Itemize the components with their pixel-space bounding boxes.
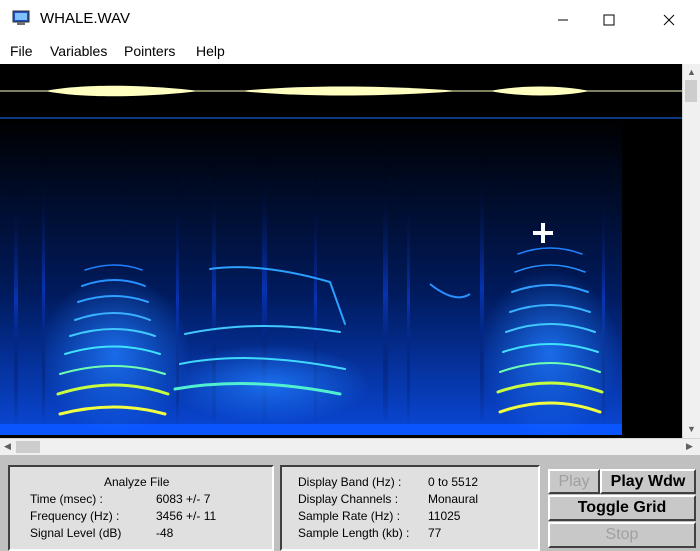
maximize-icon — [603, 14, 615, 26]
close-button[interactable] — [646, 0, 692, 40]
scroll-right-icon[interactable]: ▶ — [686, 441, 693, 452]
horizontal-scrollbar[interactable]: ◀ ▶ — [0, 438, 700, 455]
display-channels-label: Display Channels : — [298, 492, 399, 506]
maximize-button[interactable] — [586, 0, 632, 40]
time-label: Time (msec) : — [30, 492, 103, 506]
vertical-scroll-thumb[interactable] — [685, 80, 697, 102]
minimize-icon — [558, 19, 568, 21]
signal-level-value: -48 — [156, 526, 174, 540]
spectrogram-graphic — [0, 64, 682, 438]
scroll-up-icon[interactable]: ▲ — [687, 67, 696, 77]
display-band-label: Display Band (Hz) : — [298, 475, 402, 489]
signal-level-label: Signal Level (dB) — [30, 526, 122, 540]
menu-file[interactable]: File — [10, 43, 33, 59]
analyze-panel: Analyze File Time (msec) : 6083 +/- 7 Fr… — [8, 465, 274, 551]
sample-length-value: 77 — [428, 526, 442, 540]
stop-button[interactable]: Stop — [548, 522, 696, 548]
vertical-scrollbar[interactable]: ▲ ▼ — [682, 64, 700, 438]
display-band-value: 0 to 5512 — [428, 475, 479, 489]
minimize-button[interactable] — [540, 0, 586, 40]
menu-pointers[interactable]: Pointers — [124, 43, 175, 59]
sample-rate-label: Sample Rate (Hz) : — [298, 509, 401, 523]
toggle-grid-button[interactable]: Toggle Grid — [548, 495, 696, 521]
sample-rate-value: 11025 — [428, 509, 461, 523]
menu-bar: File Variables Pointers Help — [0, 40, 700, 64]
spectrogram-display[interactable] — [0, 64, 682, 438]
sample-length-label: Sample Length (kb) : — [298, 526, 410, 540]
title-bar: WHALE.WAV — [0, 0, 700, 40]
close-icon — [663, 14, 675, 26]
control-area: Analyze File Time (msec) : 6083 +/- 7 Fr… — [0, 455, 700, 551]
horizontal-scroll-thumb[interactable] — [16, 441, 40, 453]
frequency-value: 3456 +/- 11 — [156, 509, 217, 523]
play-button[interactable]: Play — [548, 469, 600, 494]
play-window-button[interactable]: Play Wdw — [600, 469, 696, 494]
frequency-label: Frequency (Hz) : — [30, 509, 120, 523]
scroll-down-icon[interactable]: ▼ — [687, 424, 696, 434]
app-icon — [12, 10, 30, 25]
menu-variables[interactable]: Variables — [50, 43, 107, 59]
menu-help[interactable]: Help — [196, 43, 225, 59]
display-channels-value: Monaural — [428, 492, 479, 506]
scroll-left-icon[interactable]: ◀ — [4, 441, 11, 452]
analyze-heading: Analyze File — [104, 475, 170, 489]
info-panel: Display Band (Hz) : 0 to 5512 Display Ch… — [280, 465, 540, 551]
time-value: 6083 +/- 7 — [156, 492, 211, 506]
window-title: WHALE.WAV — [40, 10, 131, 27]
